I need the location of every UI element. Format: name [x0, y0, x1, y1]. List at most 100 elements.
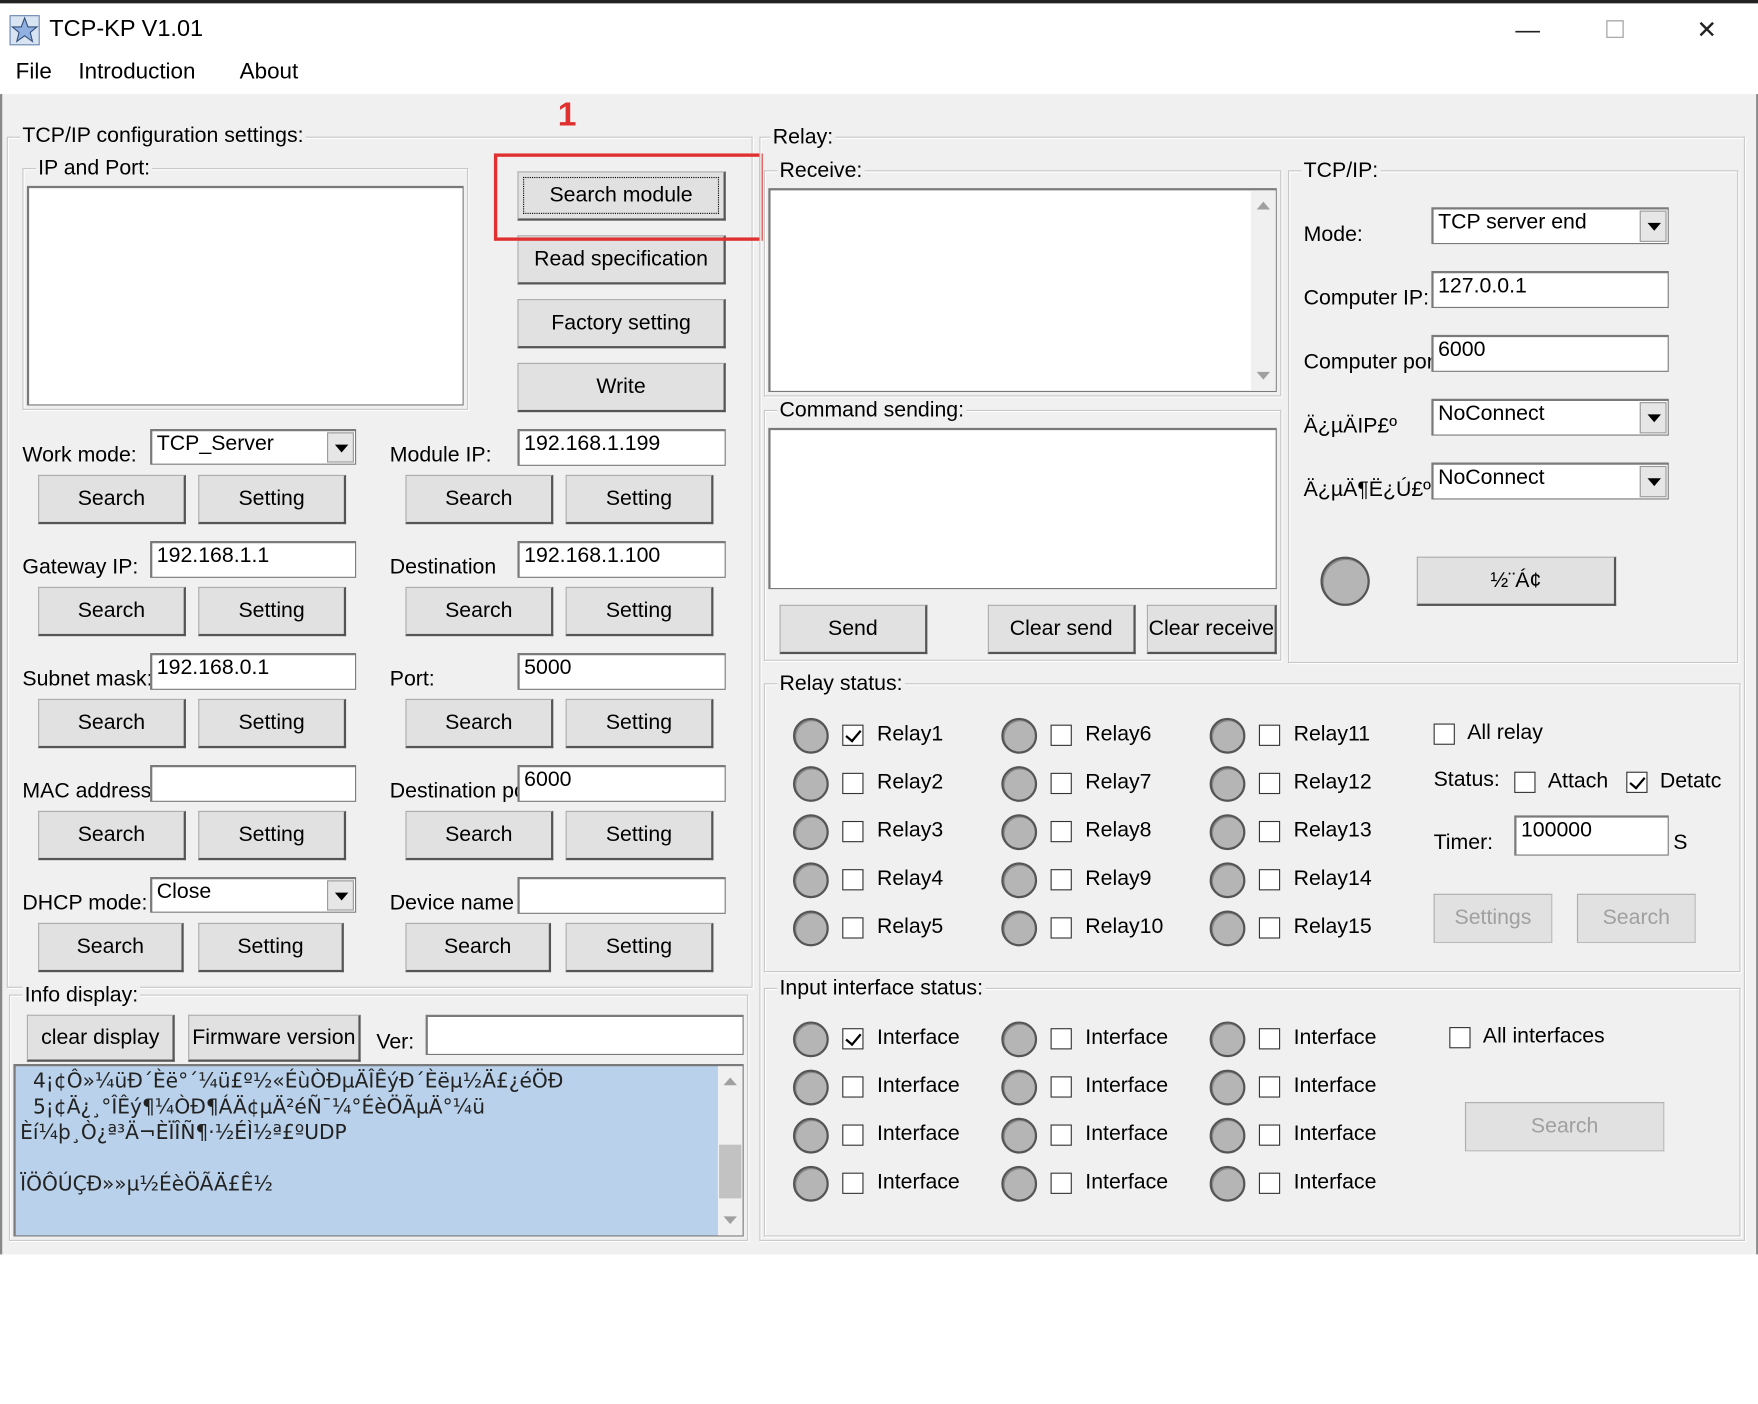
target-port-select[interactable]: NoConnect	[1431, 462, 1669, 500]
module-ip-input[interactable]: 192.168.1.199	[517, 428, 726, 466]
interface-checkbox[interactable]	[1258, 1076, 1281, 1098]
command-input[interactable]	[768, 427, 1277, 590]
relay-settings-button[interactable]: Settings	[1433, 893, 1553, 944]
scroll-thumb[interactable]	[719, 1144, 742, 1199]
interface-checkbox[interactable]	[842, 1124, 864, 1146]
chevron-down-icon[interactable]	[327, 880, 354, 911]
mac-setting-button[interactable]: Setting	[198, 810, 347, 861]
relay-checkbox[interactable]	[842, 772, 864, 795]
interface-checkbox[interactable]	[1050, 1076, 1072, 1098]
gateway-search-button[interactable]: Search	[38, 586, 186, 637]
receive-scrollbar[interactable]	[1251, 190, 1276, 391]
port-input[interactable]: 5000	[517, 652, 726, 690]
interface-checkbox[interactable]	[1258, 1028, 1281, 1050]
work-mode-search-button[interactable]: Search	[38, 474, 186, 525]
interface-checkbox[interactable]	[1050, 1028, 1072, 1050]
mode-select[interactable]: TCP server end	[1431, 207, 1669, 245]
target-ip-select[interactable]: NoConnect	[1431, 398, 1669, 436]
menu-file[interactable]: File	[16, 59, 52, 85]
interface-checkbox[interactable]	[842, 1172, 864, 1194]
relay-search-button[interactable]: Search	[1576, 893, 1696, 944]
clear-receive-button[interactable]: Clear receive	[1146, 604, 1277, 655]
relay-checkbox[interactable]	[1050, 917, 1072, 939]
interface-checkbox[interactable]	[842, 1028, 864, 1050]
dhcp-setting-button[interactable]: Setting	[198, 922, 344, 973]
interface-checkbox[interactable]	[1258, 1124, 1281, 1146]
dhcp-mode-select[interactable]: Close	[150, 876, 357, 913]
version-input[interactable]	[425, 1014, 744, 1056]
info-scrollbar[interactable]	[717, 1066, 743, 1236]
interface-checkbox[interactable]	[1050, 1124, 1072, 1146]
relay-checkbox[interactable]	[1050, 724, 1072, 746]
device-name-search-button[interactable]: Search	[405, 922, 552, 973]
interface-search-button[interactable]: Search	[1464, 1102, 1665, 1152]
chevron-down-icon[interactable]	[1639, 210, 1667, 242]
interface-checkbox[interactable]	[1050, 1172, 1072, 1194]
info-display-text[interactable]: 4¡¢Ô»¼üÐ´Èë°´¼ü£º½«ÉùÒÐµÄÎÊýÐ´Èëµ½Ä£¿éÖÐ…	[13, 1064, 744, 1237]
relay-checkbox[interactable]	[1050, 869, 1072, 891]
device-name-setting-button[interactable]: Setting	[565, 922, 714, 973]
relay-checkbox[interactable]	[1050, 820, 1072, 843]
relay-checkbox[interactable]	[1258, 869, 1281, 891]
minimize-button[interactable]: —	[1503, 10, 1552, 50]
clear-display-button[interactable]: clear display	[26, 1014, 175, 1062]
destination-port-input[interactable]: 6000	[517, 764, 726, 802]
read-specification-button[interactable]: Read specification	[517, 235, 726, 285]
scroll-down-icon[interactable]	[723, 1216, 737, 1225]
relay-checkbox[interactable]	[1258, 917, 1281, 939]
relay-checkbox[interactable]	[1258, 820, 1281, 843]
scroll-up-icon[interactable]	[723, 1077, 737, 1086]
work-mode-setting-button[interactable]: Setting	[198, 474, 347, 525]
chevron-down-icon[interactable]	[1639, 402, 1667, 434]
port-search-button[interactable]: Search	[405, 698, 554, 749]
destination-search-button[interactable]: Search	[405, 586, 554, 637]
attach-checkbox[interactable]	[1514, 771, 1536, 793]
chevron-down-icon[interactable]	[1639, 465, 1667, 498]
detach-checkbox[interactable]	[1626, 771, 1648, 793]
dhcp-search-button[interactable]: Search	[38, 922, 184, 973]
relay-checkbox[interactable]	[842, 869, 864, 891]
menu-about[interactable]: About	[240, 59, 299, 85]
receive-text[interactable]	[768, 188, 1277, 392]
computer-ip-input[interactable]: 127.0.0.1	[1431, 271, 1669, 308]
interface-checkbox[interactable]	[1258, 1172, 1281, 1194]
subnet-mask-input[interactable]: 192.168.0.1	[150, 652, 357, 690]
work-mode-select[interactable]: TCP_Server	[150, 428, 357, 465]
module-ip-search-button[interactable]: Search	[405, 474, 554, 525]
clear-send-button[interactable]: Clear send	[987, 604, 1136, 655]
destination-port-search-button[interactable]: Search	[405, 810, 554, 861]
write-button[interactable]: Write	[517, 362, 726, 413]
firmware-version-button[interactable]: Firmware version	[188, 1014, 361, 1062]
factory-setting-button[interactable]: Factory setting	[517, 299, 726, 349]
relay-checkbox[interactable]	[842, 724, 864, 746]
interface-checkbox[interactable]	[842, 1076, 864, 1098]
relay-checkbox[interactable]	[842, 820, 864, 843]
send-button[interactable]: Send	[779, 604, 928, 655]
destination-port-setting-button[interactable]: Setting	[565, 810, 714, 861]
destination-setting-button[interactable]: Setting	[565, 586, 714, 637]
computer-port-input[interactable]: 6000	[1431, 334, 1669, 372]
subnet-search-button[interactable]: Search	[38, 698, 186, 749]
close-button[interactable]: ✕	[1682, 10, 1731, 50]
port-setting-button[interactable]: Setting	[565, 698, 714, 749]
timer-input[interactable]: 100000	[1514, 815, 1669, 856]
gateway-ip-input[interactable]: 192.168.1.1	[150, 540, 357, 578]
relay-checkbox[interactable]	[842, 917, 864, 939]
all-interfaces-checkbox[interactable]	[1449, 1027, 1471, 1049]
scroll-up-icon[interactable]	[1256, 201, 1271, 210]
relay-checkbox[interactable]	[1050, 772, 1072, 795]
maximize-button[interactable]: ☐	[1590, 10, 1639, 50]
device-name-input[interactable]	[517, 876, 726, 914]
scroll-down-icon[interactable]	[1256, 371, 1271, 380]
ip-port-list[interactable]	[26, 185, 464, 406]
destination-ip-input[interactable]: 192.168.1.100	[517, 540, 726, 578]
module-ip-setting-button[interactable]: Setting	[565, 474, 714, 525]
connect-button[interactable]: ½¨Á¢	[1416, 556, 1617, 606]
mac-search-button[interactable]: Search	[38, 810, 186, 861]
gateway-setting-button[interactable]: Setting	[198, 586, 347, 637]
relay-checkbox[interactable]	[1258, 724, 1281, 746]
chevron-down-icon[interactable]	[327, 432, 354, 463]
all-relay-checkbox[interactable]	[1433, 723, 1455, 745]
subnet-setting-button[interactable]: Setting	[198, 698, 347, 749]
relay-checkbox[interactable]	[1258, 772, 1281, 795]
